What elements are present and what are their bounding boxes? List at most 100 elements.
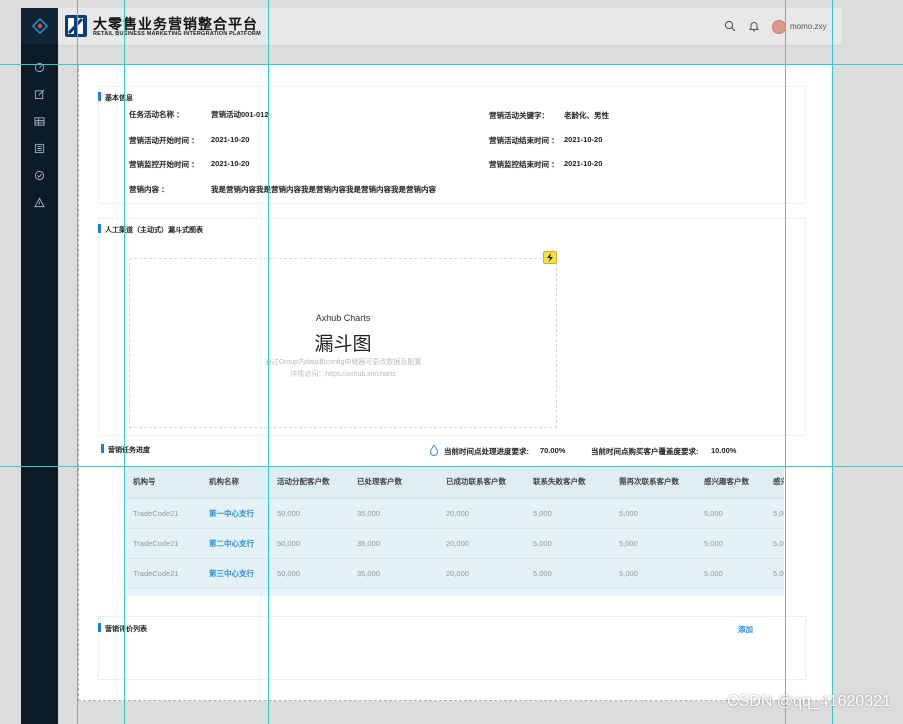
col-contacted[interactable]: 已成功联系客户数 <box>439 466 526 499</box>
brand-logo <box>65 15 87 37</box>
cell-interested: 5,000 <box>697 498 766 529</box>
task-name-label: 任务活动名称 ： <box>129 110 184 119</box>
guide-line <box>268 0 269 724</box>
cell-interested: 5,000 <box>697 558 766 589</box>
guide-line <box>77 0 78 724</box>
cell-contacted: 20,000 <box>439 498 526 529</box>
cell-contacted: 20,000 <box>439 528 526 559</box>
chart-lib-name: Axhub Charts <box>315 313 371 323</box>
app-logo[interactable] <box>21 8 58 44</box>
notification-button[interactable] <box>748 20 760 34</box>
task-name-value: 营销活动001-012 <box>211 110 269 119</box>
cell-failed: 5,000 <box>526 558 612 589</box>
cell-org-id: TradeCode21 <box>126 558 202 589</box>
cell-org-id: TradeCode21 <box>126 498 202 529</box>
avatar[interactable] <box>772 20 786 34</box>
col-assigned[interactable]: 活动分配客户数 <box>270 466 350 499</box>
cell-assigned: 50,000 <box>270 528 350 559</box>
chart-hint-url[interactable]: 详情访问：https://axhub.im/charts <box>130 369 556 379</box>
search-icon <box>724 20 736 32</box>
bell-icon <box>748 22 760 32</box>
col-processed[interactable]: 已处理客户数 <box>350 466 439 499</box>
col-failed[interactable]: 联系失败客户数 <box>526 466 612 499</box>
progress-req-value: 70.00% <box>540 446 566 455</box>
chart-plugin-badge[interactable] <box>543 251 557 264</box>
username[interactable]: momo.zxy <box>790 22 826 31</box>
keywords-label: 营销活动关键字： <box>489 111 549 120</box>
cell-failed: 5,000 <box>526 528 612 559</box>
start-time-label: 营销活动开始时间 ： <box>129 136 199 145</box>
cell-org-id: TradeCode21 <box>126 528 202 559</box>
col-interested[interactable]: 感兴趣客户数 <box>697 466 766 499</box>
nav-warning[interactable] <box>21 197 58 208</box>
funnel-title: 人工渠道（主动式）漏斗式图表 <box>98 224 203 235</box>
content-value: 我是营销内容我是营销内容我是营销内容我是营销内容我是营销内容 <box>211 185 436 194</box>
lightning-icon <box>547 253 553 262</box>
col-recontact[interactable]: 需再次联系客户数 <box>612 466 697 499</box>
cell-recontact: 5,000 <box>612 498 697 529</box>
watermark: CSDN @qq_41620321 <box>727 693 891 710</box>
monitor-start-label: 营销监控开始时间 ： <box>129 160 199 169</box>
top-bar: 大零售业务营销整合平台 RETAIL BUSINESS MARKETING IN… <box>58 8 842 46</box>
guide-line <box>0 466 903 467</box>
cell-failed: 5,000 <box>526 498 612 529</box>
chart-name: 漏斗图 <box>314 333 372 355</box>
monitor-end-label: 营销监控结束时间 ： <box>489 160 559 169</box>
list-icon <box>34 143 45 154</box>
col-org-name[interactable]: 机构名称 <box>202 466 270 499</box>
cell-recontact: 5,000 <box>612 528 697 559</box>
content-label: 营销内容 ： <box>129 185 169 194</box>
cell-interest-rate: 5,00 <box>766 558 784 589</box>
add-evaluation-button[interactable]: 添加 <box>738 624 753 635</box>
cell-interested: 5,000 <box>697 528 766 559</box>
progress-req-label: 当前时间点处理进度要求: <box>444 447 529 456</box>
guide-line <box>0 64 903 65</box>
guide-line <box>785 0 786 724</box>
start-time-value: 2021-10-20 <box>211 135 250 144</box>
cell-interest-rate: 5,00 <box>766 528 784 559</box>
coverage-req-label: 当前时间点购买客户覆盖度要求: <box>591 447 699 456</box>
cell-processed: 35,000 <box>350 558 439 589</box>
nav-list[interactable] <box>21 143 58 154</box>
col-interest-rate[interactable]: 感兴率% <box>766 466 784 499</box>
nav-edit[interactable] <box>21 89 58 100</box>
basic-info-card <box>98 86 806 204</box>
table-icon <box>34 117 45 126</box>
cell-org-name-link[interactable]: 第三中心支行 <box>202 558 270 589</box>
sidebar <box>21 8 58 724</box>
funnel-chart-placeholder: Axhub Charts 漏斗图 通过Group内data和config中继器可… <box>129 258 557 428</box>
end-time-value: 2021-10-20 <box>564 135 603 144</box>
cell-processed: 35,000 <box>350 528 439 559</box>
table-row: TradeCode21 第一中心支行 50,000 35,000 20,000 … <box>126 498 784 529</box>
table-row: TradeCode21 第三中心支行 50,000 35,000 20,000 … <box>126 558 784 589</box>
cell-org-name-link[interactable]: 第二中心支行 <box>202 528 270 559</box>
water-drop-icon <box>429 444 439 458</box>
coverage-req-value: 10.00% <box>711 446 737 455</box>
guide-line <box>832 0 833 724</box>
diamond-logo-icon <box>31 17 48 35</box>
search-button[interactable] <box>724 20 736 34</box>
cell-org-name-link[interactable]: 第一中心支行 <box>202 498 270 529</box>
cell-processed: 35,000 <box>350 498 439 529</box>
table-row: TradeCode21 第二中心支行 50,000 35,000 20,000 … <box>126 528 784 559</box>
table-header-row: 机构号 机构名称 活动分配客户数 已处理客户数 已成功联系客户数 联系失败客户数… <box>126 466 784 499</box>
nav-check[interactable] <box>21 170 58 181</box>
edit-icon <box>34 89 45 100</box>
monitor-end-value: 2021-10-20 <box>564 159 603 168</box>
branch-progress-table: 机构号 机构名称 活动分配客户数 已处理客户数 已成功联系客户数 联系失败客户数… <box>126 466 784 596</box>
guide-line <box>124 0 125 724</box>
cell-assigned: 50,000 <box>270 498 350 529</box>
cell-assigned: 50,000 <box>270 558 350 589</box>
check-circle-icon <box>34 170 45 181</box>
brand-logo-icon <box>67 17 84 35</box>
monitor-start-value: 2021-10-20 <box>211 159 250 168</box>
evaluation-card <box>98 616 806 680</box>
cell-contacted: 20,000 <box>439 558 526 589</box>
col-org-id[interactable]: 机构号 <box>126 466 202 499</box>
end-time-label: 营销活动结束时间 ： <box>489 136 559 145</box>
cell-recontact: 5,000 <box>612 558 697 589</box>
nav-table[interactable] <box>21 116 58 127</box>
basic-info-title: 基本信息 <box>98 92 133 103</box>
brand-subtitle: RETAIL BUSINESS MARKETING INTERGRATION P… <box>93 31 261 37</box>
chart-hint-config: 通过Group内data和config中继器可更改数据及配置 <box>264 359 422 366</box>
